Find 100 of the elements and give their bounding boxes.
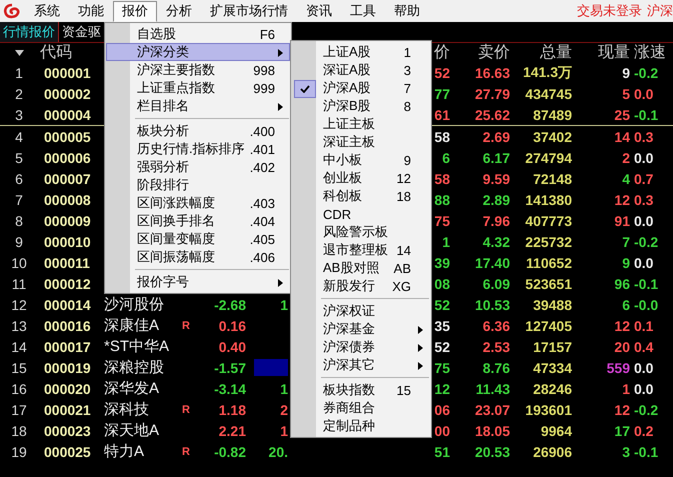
menu-item[interactable]: 风险警示板 [292,223,430,241]
table-cell-text: 000025 [43,444,91,460]
table-cell: 35 [434,318,450,334]
row-number: 6 [15,170,23,186]
menu-bar-item[interactable]: 分析 [157,0,201,22]
menu-item[interactable]: 区间换手排名 .404 [106,212,290,230]
row-number: 11 [12,276,26,292]
menu-bar-item[interactable]: 扩展市场行情 [201,0,297,22]
market-label: 沪深 [647,2,673,20]
menu-item[interactable]: 券商组合 [292,399,430,417]
column-header[interactable]: 现量 [598,42,630,63]
menu-item[interactable]: 阶段排行 [106,176,290,194]
table-cell: 5 [622,86,630,102]
table-cell: 0.0 [634,86,654,102]
menu-item[interactable]: 区间量变幅度 .405 [106,230,290,248]
table-cell: 12 [614,192,630,208]
table-cell: 6.09 [482,276,510,292]
row-number: 17 [11,402,27,418]
table-cell-text: 000014 [43,296,91,312]
row-number: 16 [11,380,27,396]
table-cell: 58 [434,128,450,144]
menu-item[interactable]: 退市整理板 14 [292,241,430,259]
menu-item[interactable]: 沪深A股 7 [292,79,430,97]
table-cell: 75 [434,360,450,376]
table-cell: 75 [434,212,450,228]
column-header[interactable]: 总量 [540,42,572,63]
submenu-arrow-icon [278,103,283,111]
table-cell: 47334 [533,360,572,376]
table-cell: 0.4 [634,338,654,354]
row-number: 9 [15,234,23,250]
menu-item[interactable]: 强弱分析 .402 [106,158,290,176]
menu-item[interactable]: 深证主板 [292,133,430,151]
menu-item[interactable]: 上证重点指数 999 [106,79,290,97]
table-cell: 14 [614,128,630,144]
menu-item[interactable]: 区间涨跌幅度 .403 [106,194,290,212]
table-cell-text: 000010 [43,234,91,250]
menu-item[interactable]: 中小板 9 [292,151,430,169]
table-cell: -0.82 [214,444,246,460]
table-cell-text: 000001 [43,64,91,80]
row-number: 13 [11,318,27,334]
menu-bar-item[interactable]: 报价 [113,0,157,22]
menu-item[interactable]: 沪深分类 [106,43,290,61]
row-number: 1 [15,64,23,80]
table-cell: 深天地A [104,421,160,440]
table-cell: -0.2 [634,234,658,250]
table-cell: 6 [622,296,630,312]
column-header[interactable]: 代码 [40,42,72,63]
table-cell: 141380 [525,192,572,208]
menu-item[interactable]: AB股对照 AB [292,259,430,277]
menu-item[interactable]: 沪深其它 [292,356,430,374]
menu-item[interactable]: 区间振荡幅度 .406 [106,248,290,266]
tab[interactable]: 行情报价 [0,22,59,42]
table-cell: 559 [606,360,630,376]
column-header[interactable]: 价 [434,42,450,63]
sort-icon[interactable] [14,50,24,56]
menu-item[interactable]: 报价字号 [106,273,290,291]
column-header[interactable]: 卖价 [478,42,510,63]
table-cell: 28246 [533,380,572,396]
menu-item[interactable]: 沪深主要指数 998 [106,61,290,79]
menu-bar-item[interactable]: 帮助 [385,0,429,22]
menu-item[interactable]: 定制品种 [292,417,430,435]
menu-item[interactable]: 历史行情.指标排序 .401 [106,140,290,158]
table-cell: 0.3 [634,128,654,144]
table-cell: 1.18 [218,402,246,418]
table-cell: 1 [280,296,288,312]
menu-item[interactable]: 深证A股 3 [292,61,430,79]
column-header[interactable]: 涨速 [634,42,666,63]
menu-item[interactable]: 创业板 12 [292,169,430,187]
menu-item[interactable]: 科创板 18 [292,187,430,205]
table-cell: 0.7 [634,170,654,186]
menu-item[interactable]: 板块分析 .400 [106,122,290,140]
table-cell: 12 [434,380,450,396]
table-cell: 深华发A [104,379,160,398]
menu-item[interactable]: 上证主板 [292,115,430,133]
menu-item[interactable]: 沪深权证 [292,302,430,320]
menu-item[interactable]: 自选股 F6 [106,25,290,43]
menu-item[interactable]: 沪深债券 [292,338,430,356]
table-cell: 20 [614,338,630,354]
table-cell: 0.0 [634,212,654,228]
menu-item[interactable]: 新股发行 XG [292,277,430,295]
table-cell: 特力A [104,442,144,461]
table-cell: 96 [614,276,630,292]
row-number: 15 [11,360,27,376]
table-cell-text: 000006 [43,150,91,166]
submenu-arrow-icon [418,362,423,370]
menu-item[interactable]: CDR [292,205,430,223]
menu-item[interactable]: 栏目排名 [106,97,290,115]
table-cell: -3.14 [214,380,246,396]
menu-bar-item[interactable]: 工具 [341,0,385,22]
menu-item[interactable]: 上证A股 1 [292,43,430,61]
table-cell: 141.3万 [522,64,572,82]
table-cell: 9 [622,64,630,80]
menu-bar-item[interactable]: 功能 [69,0,113,22]
menu-bar-item[interactable]: 资讯 [297,0,341,22]
menu-item[interactable]: 板块指数 15 [292,381,430,399]
menu-item[interactable]: 沪深B股 8 [292,97,430,115]
menu-bar-item[interactable]: 系统 [25,0,69,22]
table-cell: 52 [434,64,450,80]
table-cell: 深粮控股 [104,358,164,377]
menu-item[interactable]: 沪深基金 [292,320,430,338]
